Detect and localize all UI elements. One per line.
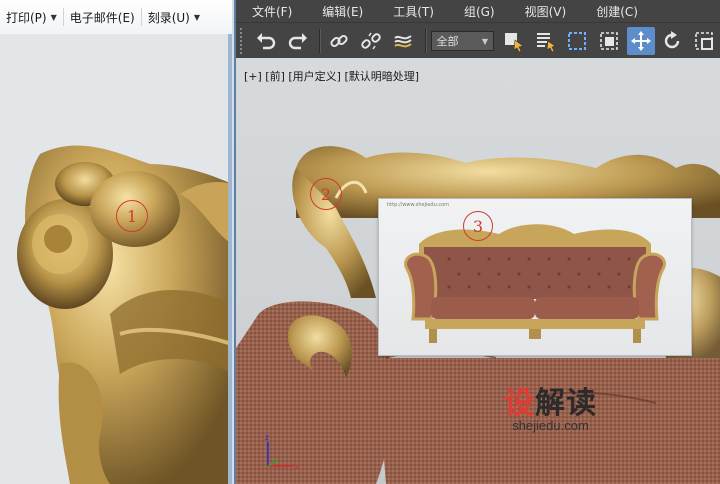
rect-selection-region-button[interactable] xyxy=(563,27,591,55)
menu-tools[interactable]: 工具(T) xyxy=(377,3,448,20)
axis-tripod-icon: z x xyxy=(265,433,300,471)
watermark-first-char: 设 xyxy=(504,386,535,421)
select-and-move-icon xyxy=(630,31,651,51)
menu-create[interactable]: 创建(C) xyxy=(580,3,652,20)
reference-sofa-inset: http://www.shejiedu.com 3 xyxy=(378,198,692,356)
burn-menu[interactable]: 刻录(U) ▼ xyxy=(142,9,206,26)
watermark-logo-text: 设解读 xyxy=(504,378,597,422)
chevron-down-icon: ▼ xyxy=(481,36,488,46)
step-marker-3-number: 3 xyxy=(472,216,484,236)
email-menu-label: 电子邮件(E) xyxy=(69,10,135,25)
watermark-domain: shejiedu.com xyxy=(512,418,589,433)
svg-text:z: z xyxy=(265,433,269,442)
bind-space-warp-button[interactable] xyxy=(389,27,417,55)
email-menu[interactable]: 电子邮件(E) xyxy=(64,9,141,26)
redo-button[interactable] xyxy=(284,27,312,55)
print-menu[interactable]: 打印(P) ▼ xyxy=(0,9,63,26)
max-main-window: 文件(F) 编辑(E) 工具(T) 组(G) 视图(V) 创建(C) 全部 ▼ xyxy=(234,0,720,484)
max-menu-bar: 文件(F) 编辑(E) 工具(T) 组(G) 视图(V) 创建(C) xyxy=(236,0,720,22)
print-menu-label: 打印(P) xyxy=(6,10,47,25)
window-border xyxy=(228,34,232,484)
select-by-name-button[interactable] xyxy=(532,27,560,55)
rect-selection-region-icon xyxy=(568,32,587,50)
toolbar-separator xyxy=(424,29,427,53)
viewport-label[interactable]: [+] [前] [用户定义] [默认明暗处理] xyxy=(244,68,419,84)
main-toolbar: 全部 ▼ xyxy=(236,22,720,59)
select-and-scale-button[interactable] xyxy=(690,27,718,55)
step-marker-2: 2 xyxy=(310,178,342,210)
menu-edit[interactable]: 编辑(E) xyxy=(306,3,377,20)
chevron-down-icon: ▼ xyxy=(193,12,201,22)
site-watermark: 设解读 shejiedu.com xyxy=(504,378,597,433)
undo-button[interactable] xyxy=(252,27,280,55)
menu-views[interactable]: 视图(V) xyxy=(509,3,581,20)
link-icon xyxy=(330,34,348,48)
link-button[interactable] xyxy=(325,27,353,55)
select-object-button[interactable] xyxy=(500,27,528,55)
watermark-rest-chars: 解读 xyxy=(535,386,597,421)
menu-file[interactable]: 文件(F) xyxy=(236,3,306,20)
selection-filter-dropdown[interactable]: 全部 ▼ xyxy=(430,31,494,51)
toolbar-separator xyxy=(319,29,322,53)
left-menu-bar: 打印(P) ▼ 电子邮件(E) 刻录(U) ▼ xyxy=(0,0,232,35)
unlink-button[interactable] xyxy=(357,27,385,55)
select-by-name-icon xyxy=(536,33,556,52)
menu-group[interactable]: 组(G) xyxy=(448,3,509,20)
select-and-rotate-icon xyxy=(665,31,680,49)
selection-filter-value: 全部 xyxy=(436,35,459,48)
gold-carving-closeup-image xyxy=(0,34,232,484)
window-crossing-button[interactable] xyxy=(595,27,623,55)
sofa-thumbnail-image xyxy=(404,224,666,343)
bind-space-warp-icon xyxy=(393,35,412,48)
front-viewport[interactable]: [+] [前] [用户定义] [默认明暗处理] 2 http://www.she… xyxy=(236,58,720,484)
select-and-scale-icon xyxy=(695,32,714,50)
unlink-icon xyxy=(361,32,381,50)
chevron-down-icon: ▼ xyxy=(50,12,57,22)
step-marker-1: 1 xyxy=(116,200,148,232)
select-and-move-button[interactable] xyxy=(626,27,655,55)
redo-icon xyxy=(288,33,307,50)
select-object-icon xyxy=(504,33,524,52)
step-marker-2-number: 2 xyxy=(320,184,332,204)
select-and-rotate-button[interactable] xyxy=(659,27,687,55)
svg-text:x: x xyxy=(295,462,300,471)
toolbar-grip[interactable] xyxy=(240,28,246,54)
window-crossing-icon xyxy=(600,32,618,50)
burn-menu-label: 刻录(U) xyxy=(147,10,190,25)
step-marker-1-number: 1 xyxy=(126,206,138,226)
left-explorer-window: 打印(P) ▼ 电子邮件(E) 刻录(U) ▼ 1 xyxy=(0,0,232,484)
undo-icon xyxy=(256,33,275,50)
step-marker-3: 3 xyxy=(463,211,493,241)
